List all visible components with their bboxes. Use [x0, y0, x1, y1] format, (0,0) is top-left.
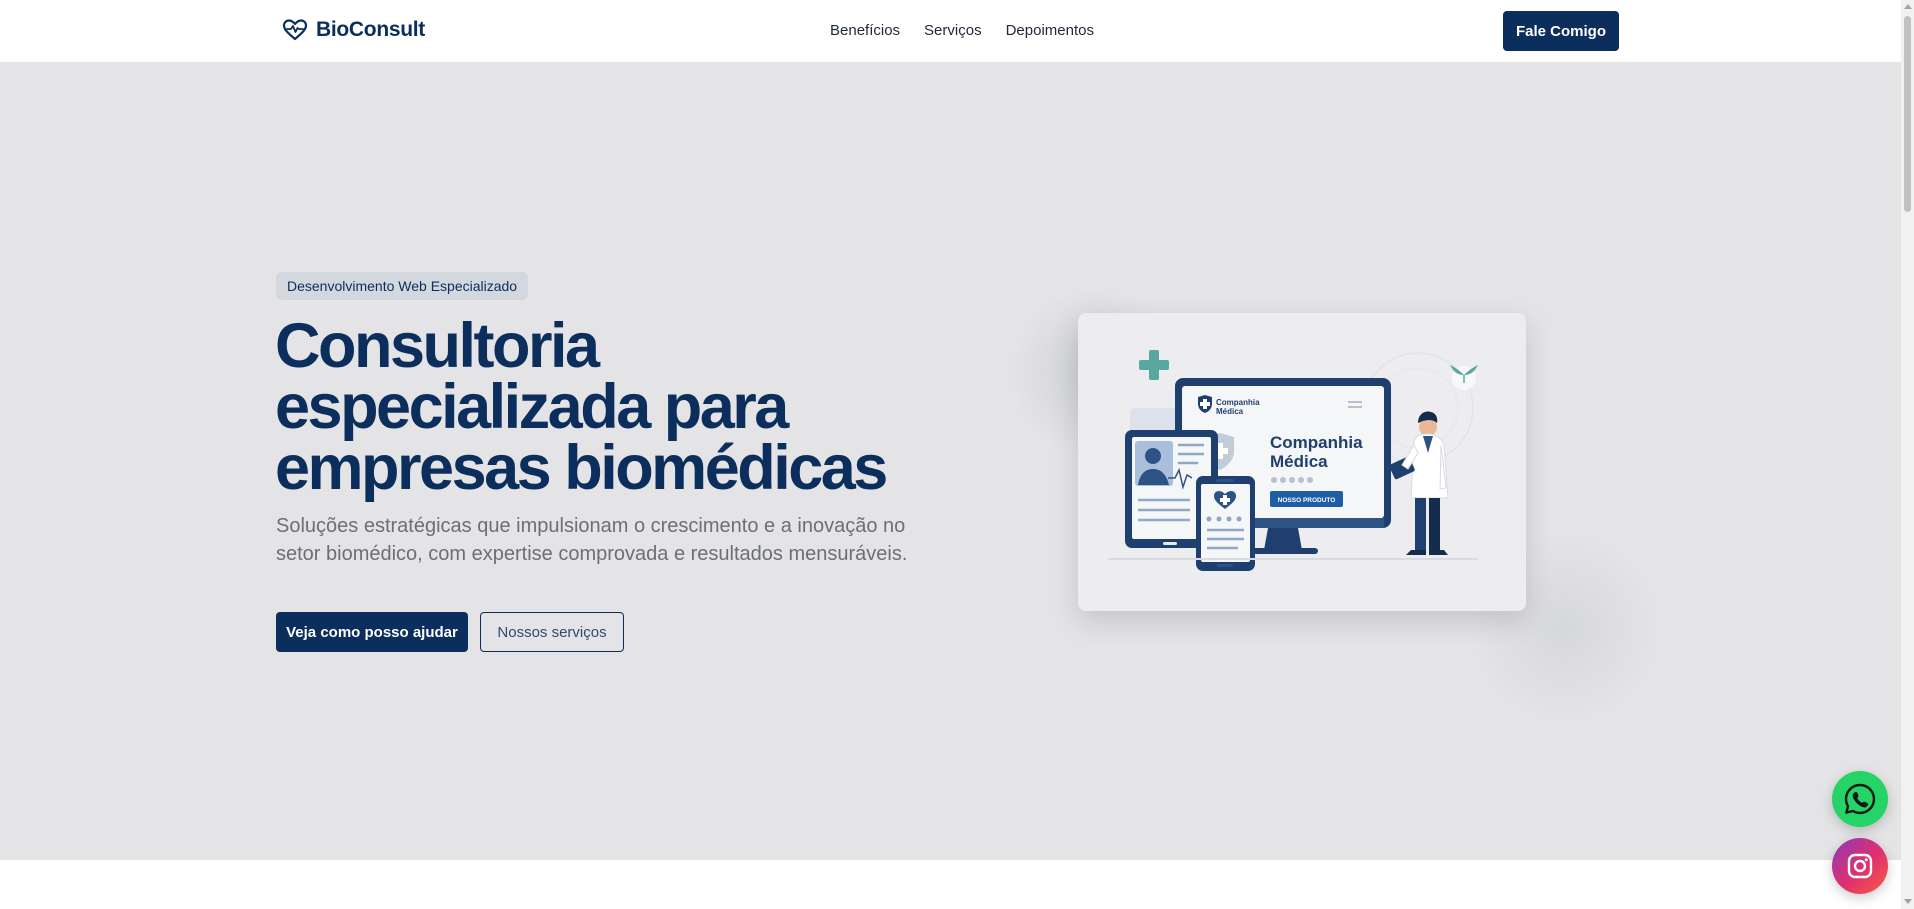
phone-illustration: [1196, 476, 1255, 571]
nav-link-depoimentos[interactable]: Depoimentos: [1006, 22, 1094, 39]
nav-link-servicos[interactable]: Serviços: [924, 22, 982, 39]
main-nav: Benefícios Serviços Depoimentos: [830, 22, 1094, 39]
hero-headline: Consultoria especializada para empresas …: [275, 311, 888, 503]
nav-link-beneficios[interactable]: Benefícios: [830, 22, 900, 39]
doctor-illustration: [1389, 411, 1449, 555]
instagram-icon: [1847, 853, 1873, 879]
svg-text:Companhia: Companhia: [1216, 398, 1260, 407]
svg-text:Companhia: Companhia: [1270, 433, 1363, 452]
instagram-button[interactable]: [1832, 838, 1888, 894]
medical-cross-icon: [1139, 350, 1169, 380]
contact-button[interactable]: Fale Comigo: [1503, 11, 1619, 51]
brand-name: BioConsult: [316, 18, 425, 41]
plant-icon: [1450, 365, 1478, 390]
scroll-thumb[interactable]: [1904, 16, 1911, 212]
help-button[interactable]: Veja como posso ajudar: [276, 612, 468, 652]
svg-text:Médica: Médica: [1216, 407, 1244, 416]
brand-logo[interactable]: BioConsult: [282, 17, 425, 43]
svg-text:Médica: Médica: [1270, 452, 1328, 471]
hero-subtext: Soluções estratégicas que impulsionam o …: [276, 515, 908, 565]
next-section: [0, 860, 1901, 909]
services-button[interactable]: Nossos serviços: [480, 612, 624, 652]
medical-website-illustration: Companhia Médica Companhia Médica NOSSO: [1108, 350, 1478, 571]
hero-illustration: Companhia Médica Companhia Médica NOSSO: [1078, 313, 1526, 611]
scroll-down-arrow-icon[interactable]: [1904, 899, 1912, 904]
svg-text:NOSSO PRODUTO: NOSSO PRODUTO: [1278, 497, 1336, 504]
hero-section: Desenvolvimento Web Especializado Consul…: [0, 63, 1901, 860]
hero-badge: Desenvolvimento Web Especializado: [276, 272, 529, 300]
page-scrollbar[interactable]: [1901, 0, 1914, 909]
whatsapp-button[interactable]: [1832, 771, 1888, 827]
scroll-up-arrow-icon[interactable]: [1904, 4, 1912, 9]
site-header: BioConsult Benefícios Serviços Depoiment…: [0, 0, 1901, 63]
whatsapp-icon: [1844, 783, 1876, 815]
heart-pulse-icon: [282, 19, 308, 41]
